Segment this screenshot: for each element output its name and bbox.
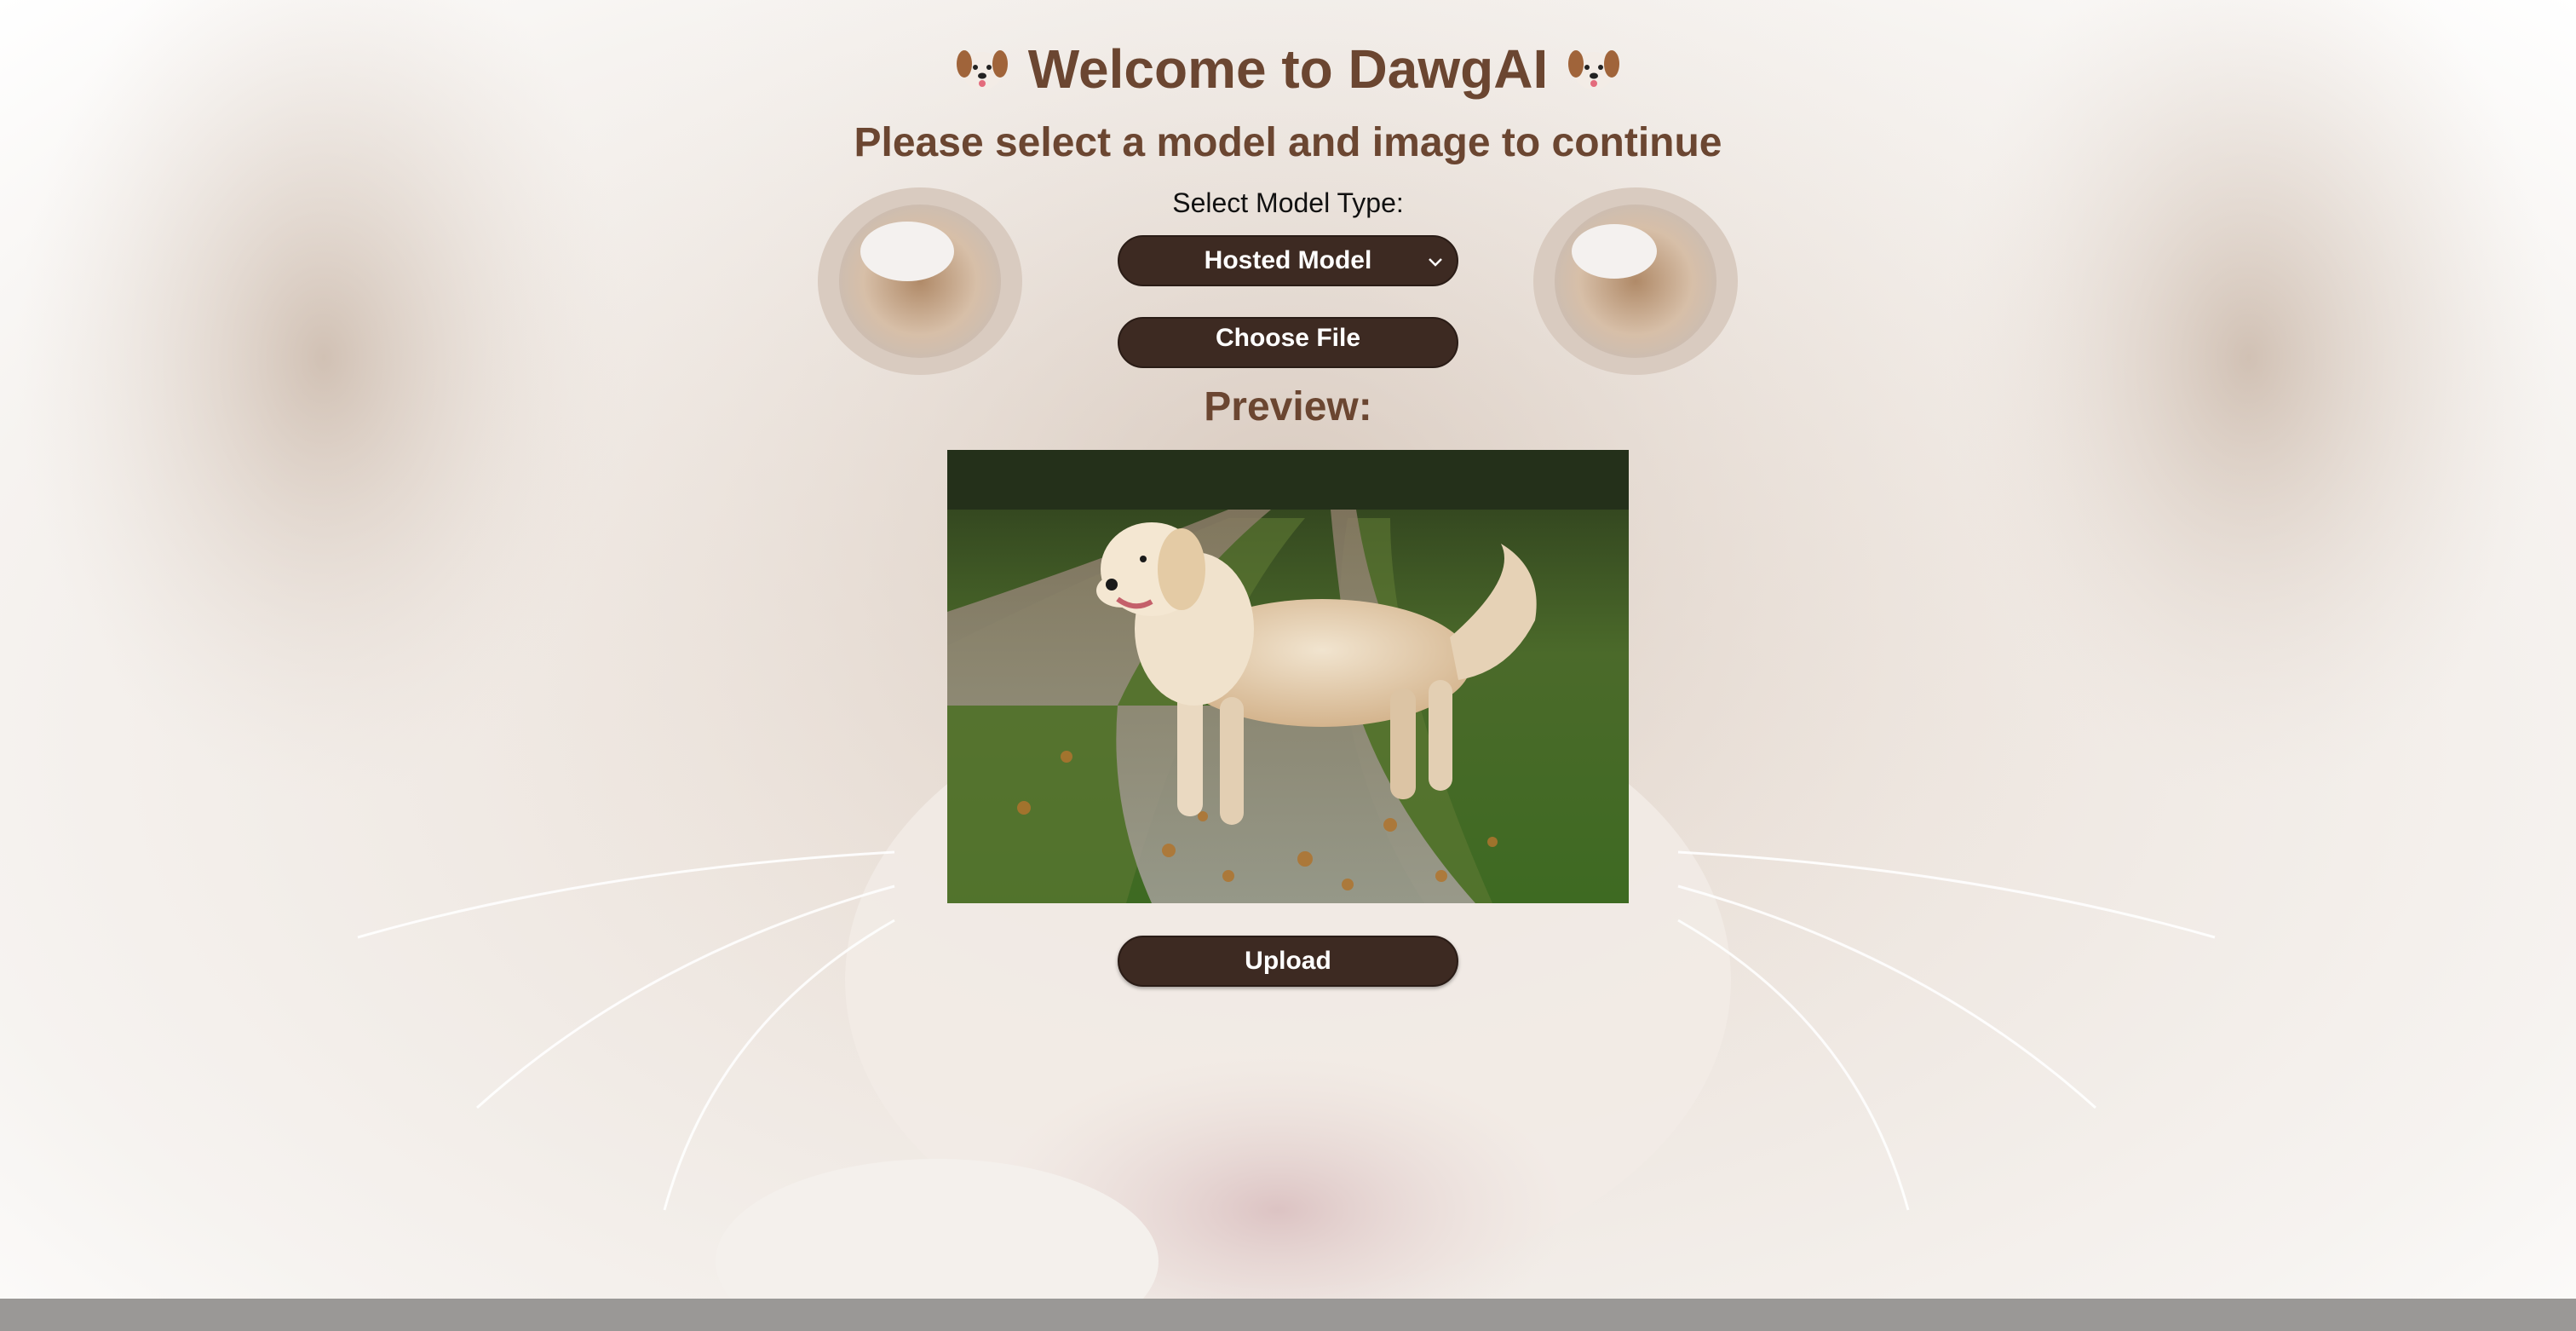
dog-face-icon <box>1568 50 1620 89</box>
upload-button[interactable]: Upload <box>1118 936 1458 987</box>
upload-label: Upload <box>1245 947 1331 975</box>
chevron-down-icon <box>1429 258 1442 267</box>
model-type-label: Select Model Type: <box>1172 187 1404 218</box>
model-type-select[interactable]: Hosted Model <box>1118 235 1458 286</box>
model-type-selected-value: Hosted Model <box>1204 246 1372 274</box>
page-title-text: Welcome to DawgAI <box>1027 38 1549 100</box>
dog-face-icon <box>956 50 1008 89</box>
page-title: Welcome to DawgAI <box>0 37 2576 101</box>
page-subtitle: Please select a model and image to conti… <box>854 120 1722 165</box>
bottom-bar <box>0 1299 2576 1331</box>
choose-file-button[interactable]: Choose File <box>1118 317 1458 368</box>
choose-file-label: Choose File <box>1215 324 1361 352</box>
preview-heading: Preview: <box>1204 384 1372 429</box>
preview-image <box>947 450 1629 903</box>
